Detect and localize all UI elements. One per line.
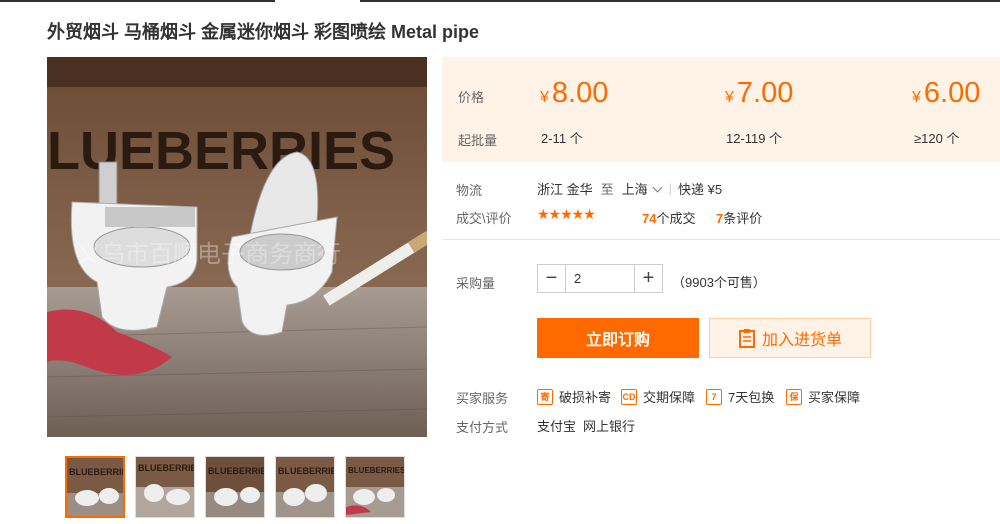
rating-stars-icon: ★★★★★ <box>537 206 596 222</box>
service-delivery-guarantee[interactable]: CD 交期保障 <box>621 387 695 406</box>
price-panel: 价格 起批量 ¥8.00 ¥7.00 ¥6.00 2-11 个 12-119 个… <box>442 57 1000 162</box>
payment-method-online-bank: 网上银行 <box>583 419 636 434</box>
shield-icon: 保 <box>786 388 802 405</box>
clipboard-icon <box>738 329 755 348</box>
add-to-cart-button[interactable]: 加入进货单 <box>709 318 871 358</box>
price-value: 8.00 <box>551 77 609 109</box>
thumbnail-1[interactable]: BLUEBERRIES <box>65 456 125 518</box>
orders-number: 74 <box>642 211 657 226</box>
thumbnail-3[interactable]: BLUEBERRIES <box>205 456 265 518</box>
quantity-input[interactable] <box>566 265 634 292</box>
service-text: 7天包换 <box>728 390 775 405</box>
top-border-right <box>360 0 1000 2</box>
price-tier-3: ¥6.00 <box>912 77 980 110</box>
thumbnail-2[interactable]: BLUEBERRIES <box>135 456 195 518</box>
price-tier-2: ¥7.00 <box>725 77 793 110</box>
currency-symbol: ¥ <box>540 89 549 106</box>
increment-button[interactable]: + <box>634 265 662 292</box>
service-damage-resend[interactable]: 寄 破损补寄 <box>537 387 611 406</box>
svg-text:BLUEBERRIES: BLUEBERRIES <box>278 466 335 476</box>
buy-now-button[interactable]: 立即订购 <box>537 318 699 358</box>
ship-to-select[interactable]: 上海 <box>622 179 669 198</box>
svg-text:BLUEBERRIES: BLUEBERRIES <box>69 467 125 477</box>
price-value: 7.00 <box>736 77 794 109</box>
separator: | <box>668 181 673 196</box>
batch-range-2: 12-119 个 <box>726 131 783 146</box>
quantity-stepper: − + <box>537 264 663 293</box>
service-buyer-protection[interactable]: 保 买家保障 <box>786 387 860 406</box>
decrement-button[interactable]: − <box>538 265 566 292</box>
currency-symbol: ¥ <box>725 89 734 106</box>
currency-symbol: ¥ <box>912 89 921 106</box>
service-text: 买家保障 <box>808 390 861 405</box>
deals-label: 成交\评价 <box>456 211 512 226</box>
product-title: 外贸烟斗 马桶烟斗 金属迷你烟斗 彩图喷绘 Metal pipe <box>47 22 480 42</box>
svg-text:BLUEBERRIES: BLUEBERRIES <box>208 466 265 476</box>
service-7day-exchange[interactable]: 7 7天包换 <box>706 387 774 406</box>
price-label: 价格 <box>458 90 485 105</box>
ship-from: 浙江 金华 <box>537 182 593 197</box>
reviews-count[interactable]: 7条评价 <box>716 208 762 227</box>
price-value: 6.00 <box>923 77 981 109</box>
service-text: 交期保障 <box>643 390 696 405</box>
payment-method-alipay: 支付宝 <box>537 419 577 434</box>
logistics-row: 浙江 金华 至 上海 | 快递 ¥5 <box>537 179 722 198</box>
ship-to-value: 上海 <box>621 182 648 197</box>
thumbnail-5[interactable]: BLUEBERRIES <box>345 456 405 518</box>
seven-day-icon: 7 <box>706 388 722 405</box>
services-label: 买家服务 <box>456 391 509 406</box>
express-fee: 快递 ¥5 <box>678 182 723 197</box>
orders-count[interactable]: 74个成交 <box>642 208 695 227</box>
batch-range-3: ≥120 个 <box>914 131 960 146</box>
logistics-label: 物流 <box>456 183 483 198</box>
payment-label: 支付方式 <box>456 420 509 435</box>
stock-available: （9903个可售） <box>672 275 766 290</box>
svg-text:BLUEBERRIES: BLUEBERRIES <box>348 466 405 475</box>
service-text: 破损补寄 <box>559 390 612 405</box>
price-tier-1: ¥8.00 <box>540 77 608 110</box>
top-border <box>0 0 275 2</box>
orders-text: 个成交 <box>656 211 696 226</box>
delivery-guarantee-icon: CD <box>621 388 637 405</box>
product-main-image[interactable]: LUEBERRIES 义乌市百顺电子商务商行 <box>47 57 427 437</box>
svg-text:BLUEBERRIES: BLUEBERRIES <box>138 463 195 473</box>
divider <box>442 239 1000 240</box>
purchase-label: 采购量 <box>456 276 496 291</box>
resend-icon: 寄 <box>537 388 553 405</box>
batch-range-1: 2-11 个 <box>541 131 583 146</box>
batch-label: 起批量 <box>458 133 498 148</box>
add-to-cart-label: 加入进货单 <box>761 332 842 349</box>
reviews-text: 条评价 <box>723 211 763 226</box>
thumbnail-strip: BLUEBERRIES BLUEBERRIES BLUEBERRIES BLUE… <box>65 456 410 518</box>
chevron-down-icon <box>652 182 663 192</box>
photo-watermark: 义乌市百顺电子商务商行 <box>77 240 341 268</box>
thumbnail-4[interactable]: BLUEBERRIES <box>275 456 335 518</box>
ship-to-word: 至 <box>600 182 614 197</box>
